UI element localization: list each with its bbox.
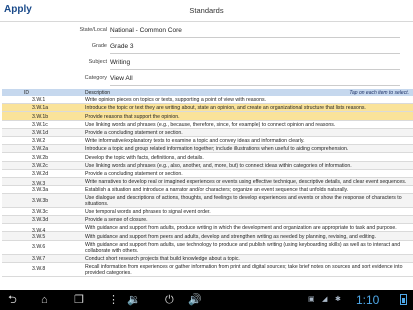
clock: 1:10 bbox=[356, 293, 380, 307]
row-description: Provide a concluding statement or sectio… bbox=[85, 170, 183, 177]
filter-value-subject[interactable]: Writing bbox=[110, 58, 400, 70]
filter-label-state: State/Local bbox=[79, 27, 107, 33]
row-description: Introduce the topic or text they are wri… bbox=[85, 105, 366, 112]
row-description: Use linking words and phrases (e.g., bec… bbox=[85, 121, 336, 128]
table-row[interactable]: 3.W.1c Use linking words and phrases (e.g… bbox=[2, 120, 413, 129]
table-row[interactable]: 3.W.8 Recall information from experiences… bbox=[2, 262, 413, 277]
row-id: 3.W.1a bbox=[32, 105, 49, 112]
filter-label-category: Category bbox=[84, 75, 107, 81]
title-bar: Apply Standards bbox=[0, 0, 413, 22]
row-id: 3.W.2a bbox=[32, 146, 49, 153]
table-row[interactable]: 3.W.2 Write informative/explanatory texts… bbox=[2, 136, 413, 146]
filter-label-subject: Subject bbox=[88, 59, 107, 65]
system-nav-bar: ⮌ ⌂ ❐ ⋮ 🔉 ⏻ 🔊 ▣ ◢ ✱ 1:10 bbox=[0, 290, 413, 310]
volume-down-icon[interactable]: 🔉 bbox=[127, 293, 141, 307]
filter-value-grade[interactable]: Grade 3 bbox=[110, 42, 400, 54]
table-row[interactable]: 3.W.2a Introduce a topic and group relate… bbox=[2, 145, 413, 154]
table-row[interactable]: 3.W.3b Use dialogue and descriptions of a… bbox=[2, 194, 413, 209]
volume-up-icon[interactable]: 🔊 bbox=[188, 293, 202, 307]
table-header: ID Description Tap on each item to selec… bbox=[2, 89, 413, 96]
page-title: Standards bbox=[189, 6, 224, 15]
table-row[interactable]: 3.W.3a Establish a situation and introduc… bbox=[2, 185, 413, 195]
row-description: Establish a situation and introduce a na… bbox=[85, 187, 349, 194]
filter-value-category[interactable]: View All bbox=[110, 74, 400, 86]
filter-value-state[interactable]: National - Common Core bbox=[110, 26, 400, 38]
row-description: Use temporal words and phrases to signal… bbox=[85, 209, 211, 216]
column-header-description: Description bbox=[85, 89, 111, 96]
row-description: Recall information from experiences or g… bbox=[85, 263, 403, 276]
row-description: With guidance and support from adults, u… bbox=[85, 241, 401, 254]
menu-icon[interactable]: ⋮ bbox=[108, 293, 119, 307]
row-description: Conduct short research projects that bui… bbox=[85, 255, 240, 262]
filter-subject[interactable]: Subject Writing bbox=[0, 56, 413, 71]
select-hint: Tap on each item to select. bbox=[349, 89, 409, 96]
standards-list: 3.W.1 Write opinion pieces on topics or t… bbox=[2, 96, 413, 277]
row-id: 3.W.5 bbox=[32, 233, 46, 240]
row-description: Write opinion pieces on topics or texts,… bbox=[85, 97, 266, 104]
column-header-id: ID bbox=[24, 89, 29, 96]
table-row[interactable]: 3.W.3 Write narratives to develop real or… bbox=[2, 177, 413, 187]
table-row-selected[interactable]: 3.W.1a Introduce the topic or text they a… bbox=[2, 104, 413, 113]
table-row[interactable]: 3.W.1d Provide a concluding statement or … bbox=[2, 128, 413, 137]
app-window: { "header": { "apply_label": "Apply", "t… bbox=[0, 0, 413, 310]
row-id: 3.W.1d bbox=[32, 129, 49, 136]
table-row[interactable]: 3.W.5 With guidance and support from peer… bbox=[2, 232, 413, 241]
row-id: 3.W.1c bbox=[32, 121, 48, 128]
row-id: 3.W.2b bbox=[32, 154, 49, 161]
row-id: 3.W.2d bbox=[32, 170, 49, 177]
filter-label-grade: Grade bbox=[91, 43, 107, 49]
row-id: 3.W.1 bbox=[32, 97, 46, 104]
home-icon[interactable]: ⌂ bbox=[41, 293, 48, 307]
row-id: 3.W.3c bbox=[32, 209, 48, 216]
table-row[interactable]: 3.W.2d Provide a concluding statement or … bbox=[2, 169, 413, 178]
row-description: Use dialogue and descriptions of actions… bbox=[85, 195, 402, 208]
table-row[interactable]: 3.W.1 Write opinion pieces on topics or t… bbox=[2, 96, 413, 105]
filter-form: State/Local National - Common Core Grade… bbox=[0, 22, 413, 88]
battery-icon bbox=[400, 294, 407, 305]
table-row[interactable]: 3.W.6 With guidance and support from adul… bbox=[2, 240, 413, 255]
row-description: Develop the topic with facts, definition… bbox=[85, 154, 204, 161]
filter-category[interactable]: Category View All bbox=[0, 72, 413, 87]
table-row[interactable]: 3.W.3d Provide a sense of closure. bbox=[2, 216, 413, 225]
notification-icon[interactable]: ▣ bbox=[308, 295, 315, 305]
row-description: Provide reasons that support the opinion… bbox=[85, 113, 180, 120]
row-id: 3.W.3d bbox=[32, 217, 49, 224]
table-row[interactable]: 3.W.3c Use temporal words and phrases to … bbox=[2, 208, 413, 217]
row-id: 3.W.1b bbox=[32, 113, 49, 120]
power-icon[interactable]: ⏻ bbox=[165, 293, 174, 307]
row-id: 3.W.2c bbox=[32, 162, 48, 169]
table-row[interactable]: 3.W.4 With guidance and support from adul… bbox=[2, 224, 413, 234]
row-id: 3.W.2 bbox=[32, 138, 46, 145]
row-id: 3.W.8 bbox=[32, 266, 46, 273]
row-id: 3.W.6 bbox=[32, 244, 46, 251]
recent-apps-icon[interactable]: ❐ bbox=[74, 293, 84, 307]
table-row[interactable]: 3.W.2b Develop the topic with facts, defi… bbox=[2, 153, 413, 162]
row-description: Write narratives to develop real or imag… bbox=[85, 178, 407, 185]
row-description: Introduce a topic and group related info… bbox=[85, 146, 349, 153]
row-description: Write informative/explanatory texts to e… bbox=[85, 138, 305, 145]
bluetooth-icon: ✱ bbox=[335, 296, 341, 303]
row-description: Use linking words and phrases (e.g., als… bbox=[85, 162, 352, 169]
filter-grade[interactable]: Grade Grade 3 bbox=[0, 40, 413, 55]
row-description: Provide a sense of closure. bbox=[85, 217, 148, 224]
back-icon[interactable]: ⮌ bbox=[8, 293, 17, 307]
row-description: Provide a concluding statement or sectio… bbox=[85, 129, 183, 136]
filter-state[interactable]: State/Local National - Common Core bbox=[0, 24, 413, 39]
wifi-icon: ◢ bbox=[322, 296, 328, 303]
row-id: 3.W.3a bbox=[32, 187, 49, 194]
row-description: With guidance and support from peers and… bbox=[85, 233, 376, 240]
row-id: 3.W.3b bbox=[32, 197, 49, 204]
table-row-selected[interactable]: 3.W.1b Provide reasons that support the o… bbox=[2, 112, 413, 121]
table-row[interactable]: 3.W.7 Conduct short research projects tha… bbox=[2, 254, 413, 263]
row-description: With guidance and support from adults, p… bbox=[85, 225, 397, 232]
table-row[interactable]: 3.W.2c Use linking words and phrases (e.g… bbox=[2, 161, 413, 170]
row-id: 3.W.7 bbox=[32, 255, 46, 262]
